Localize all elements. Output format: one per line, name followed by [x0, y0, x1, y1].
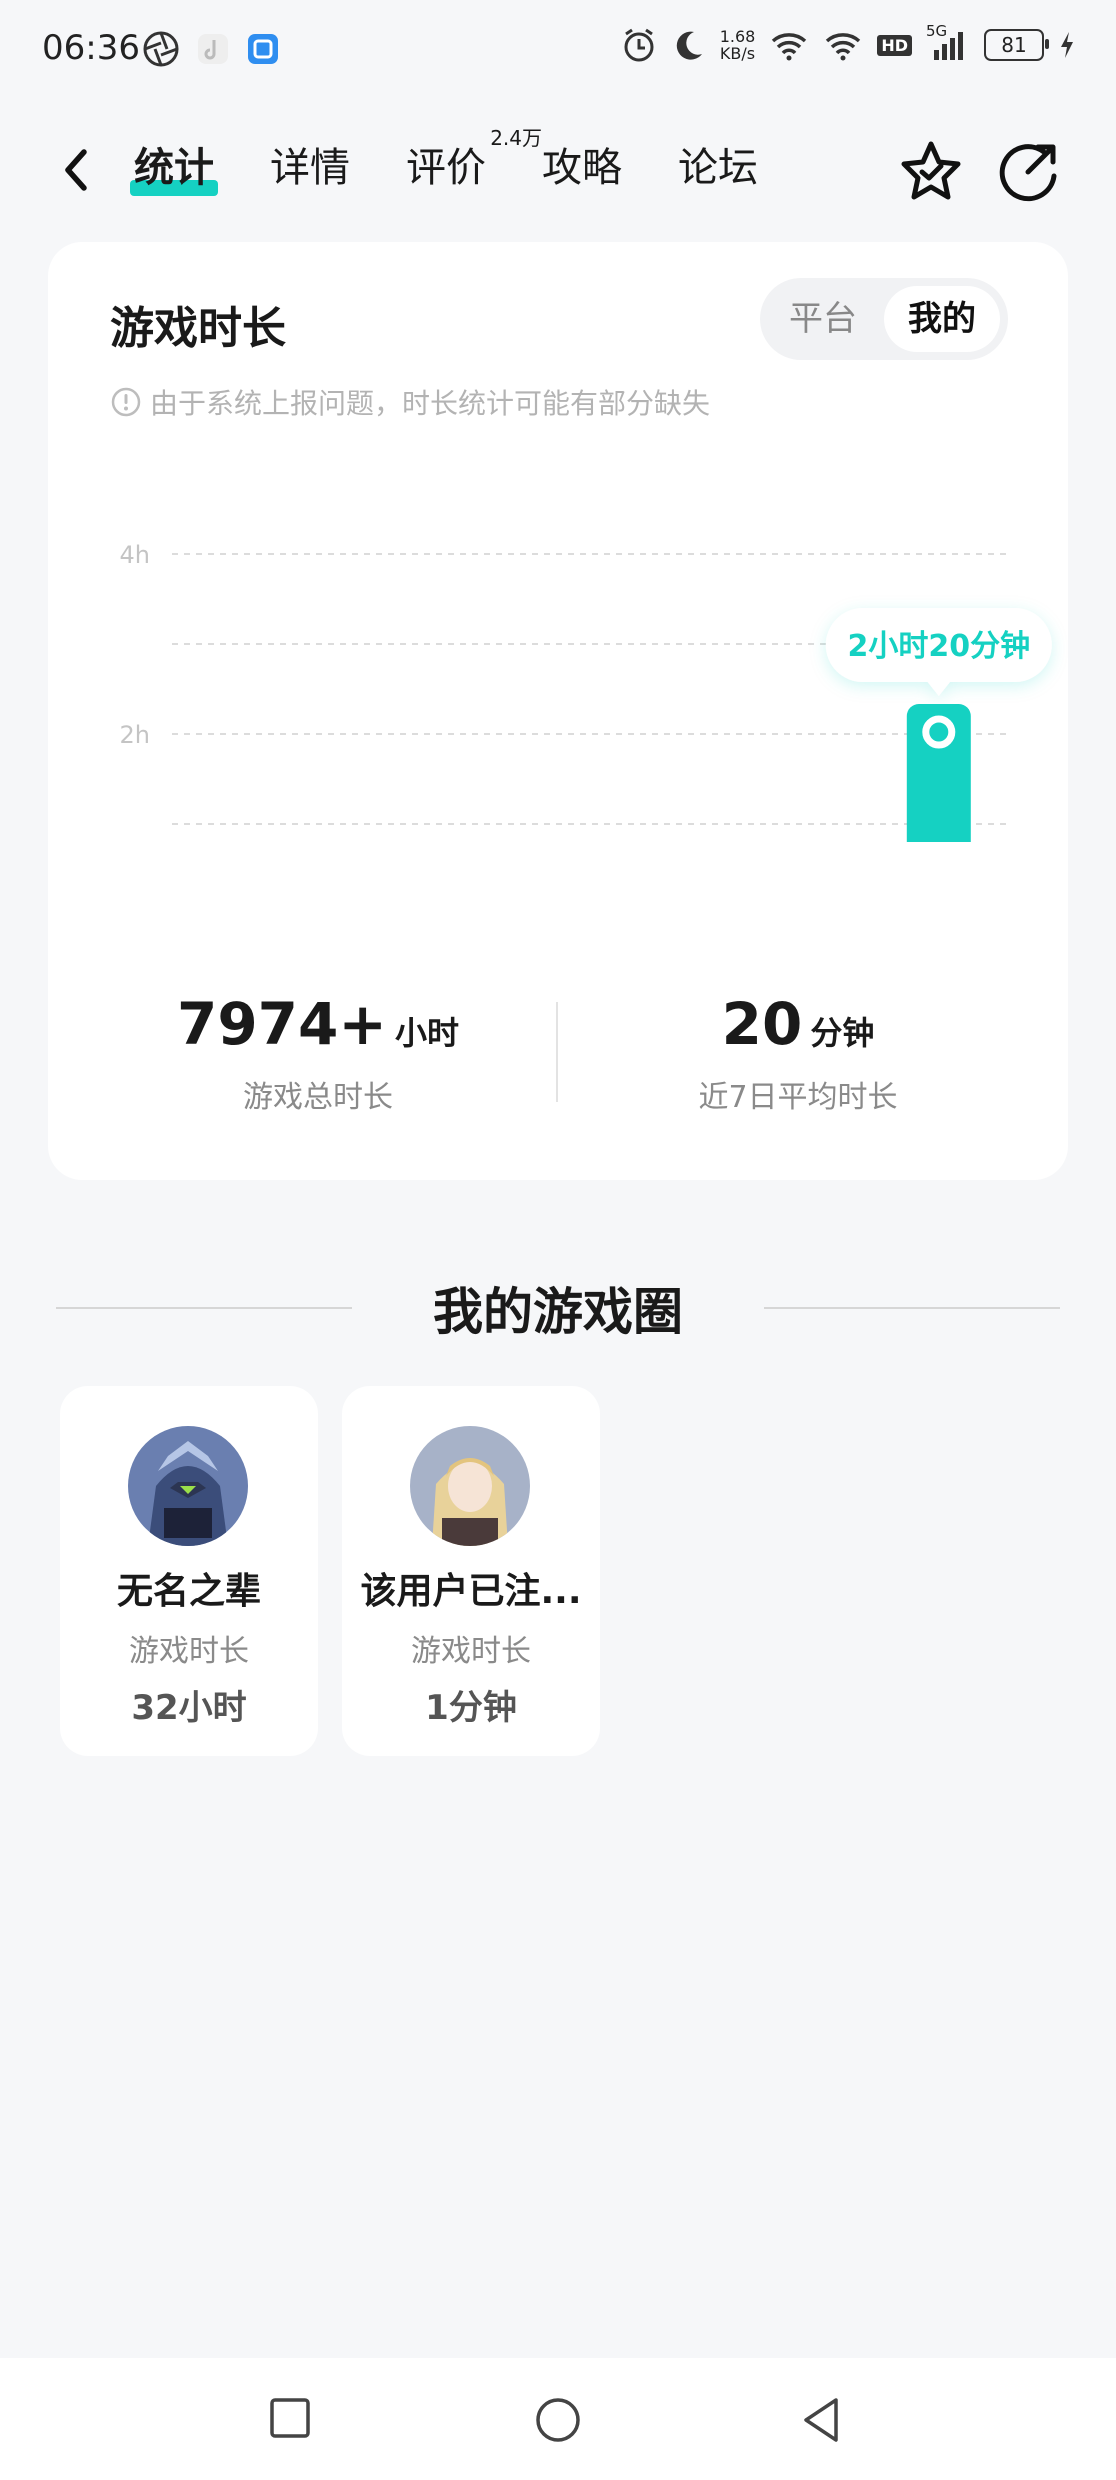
moon-icon [676, 31, 702, 60]
member-playtime: 32小时 [131, 1688, 247, 1728]
wifi-icon-2 [826, 33, 861, 61]
system-nav-bar [0, 2358, 1116, 2480]
member-name: 无名之辈 [116, 1571, 261, 1612]
average-playtime-label: 近7日平均时长 [698, 1080, 898, 1115]
battery-indicator: 81 [984, 29, 1049, 61]
total-playtime-label: 游戏总时长 [243, 1080, 393, 1115]
tab-details[interactable]: 详情 [270, 138, 350, 198]
circle-member-card[interactable]: 无名之辈 游戏时长 32小时 [60, 1386, 318, 1756]
circle-member-card[interactable]: 该用户已注... 游戏时长 1分钟 [342, 1386, 600, 1756]
member-playtime: 1分钟 [425, 1688, 517, 1728]
total-playtime-unit: 小时 [395, 1014, 460, 1052]
playtime-chart: 0h2h4h 1.161.171.181.191.201.211.22 2小时2… [120, 541, 1052, 842]
favorite-star-icon[interactable] [896, 136, 966, 206]
avatar [128, 1426, 248, 1546]
y-tick-label: 2h [120, 721, 150, 749]
tab-guides[interactable]: 攻略 [542, 138, 622, 198]
notice: 由于系统上报问题，时长统计可能有部分缺失 [110, 382, 710, 422]
average-playtime: 20 分钟 近7日平均时长 [588, 990, 1008, 1116]
status-time: 06:36 [42, 28, 140, 68]
member-label: 游戏时长 [411, 1634, 531, 1669]
toggle-platform[interactable]: 平台 [768, 286, 878, 352]
tab-forum[interactable]: 论坛 [678, 138, 758, 198]
status-bar: 06:36 1.68 KB/s HD 5G 81 [0, 0, 1116, 100]
home-icon[interactable] [534, 2396, 582, 2444]
info-icon [111, 387, 141, 417]
member-label: 游戏时长 [129, 1634, 249, 1669]
top-nav: 统计 详情 评价 2.4万 攻略 论坛 [0, 120, 1116, 220]
review-count-badge: 2.4万 [490, 126, 542, 150]
notice-text: 由于系统上报问题，时长统计可能有部分缺失 [150, 387, 711, 420]
section-divider-right [764, 1307, 1060, 1309]
tiktok-icon [198, 34, 228, 64]
share-icon[interactable] [994, 136, 1064, 206]
recent-apps-icon[interactable] [268, 2396, 312, 2440]
stat-divider [556, 1002, 558, 1102]
tab-stats[interactable]: 统计 [130, 138, 218, 198]
aperture-icon [143, 31, 179, 67]
alarm-icon [624, 28, 654, 62]
y-tick-label: 4h [120, 541, 150, 569]
wifi-icon [772, 33, 807, 61]
tab-reviews[interactable]: 评价 2.4万 [406, 128, 542, 198]
charging-icon [1061, 32, 1073, 58]
average-playtime-value: 20 [721, 990, 803, 1058]
chart-bar[interactable] [906, 704, 971, 842]
back-arrow-icon[interactable] [56, 142, 96, 198]
toggle-mine[interactable]: 我的 [884, 286, 1000, 352]
net-speed: 1.68 KB/s [719, 27, 756, 63]
app-icon [248, 34, 278, 64]
avatar [410, 1426, 530, 1546]
source-toggle: 平台 我的 [760, 278, 1008, 360]
member-name: 该用户已注... [360, 1571, 582, 1612]
tooltip-label: 2小时20分钟 [847, 629, 1030, 664]
back-nav-icon[interactable] [800, 2396, 844, 2444]
average-playtime-unit: 分钟 [810, 1014, 875, 1052]
hd-badge: HD [877, 34, 912, 56]
total-playtime-value: 7974+ [176, 990, 387, 1058]
signal-icon: 5G [926, 22, 970, 62]
playtime-card: 游戏时长 平台 我的 由于系统上报问题，时长统计可能有部分缺失 0h2h4h 1… [48, 242, 1068, 1180]
total-playtime: 7974+ 小时 游戏总时长 [108, 990, 528, 1116]
card-title: 游戏时长 [110, 303, 286, 354]
